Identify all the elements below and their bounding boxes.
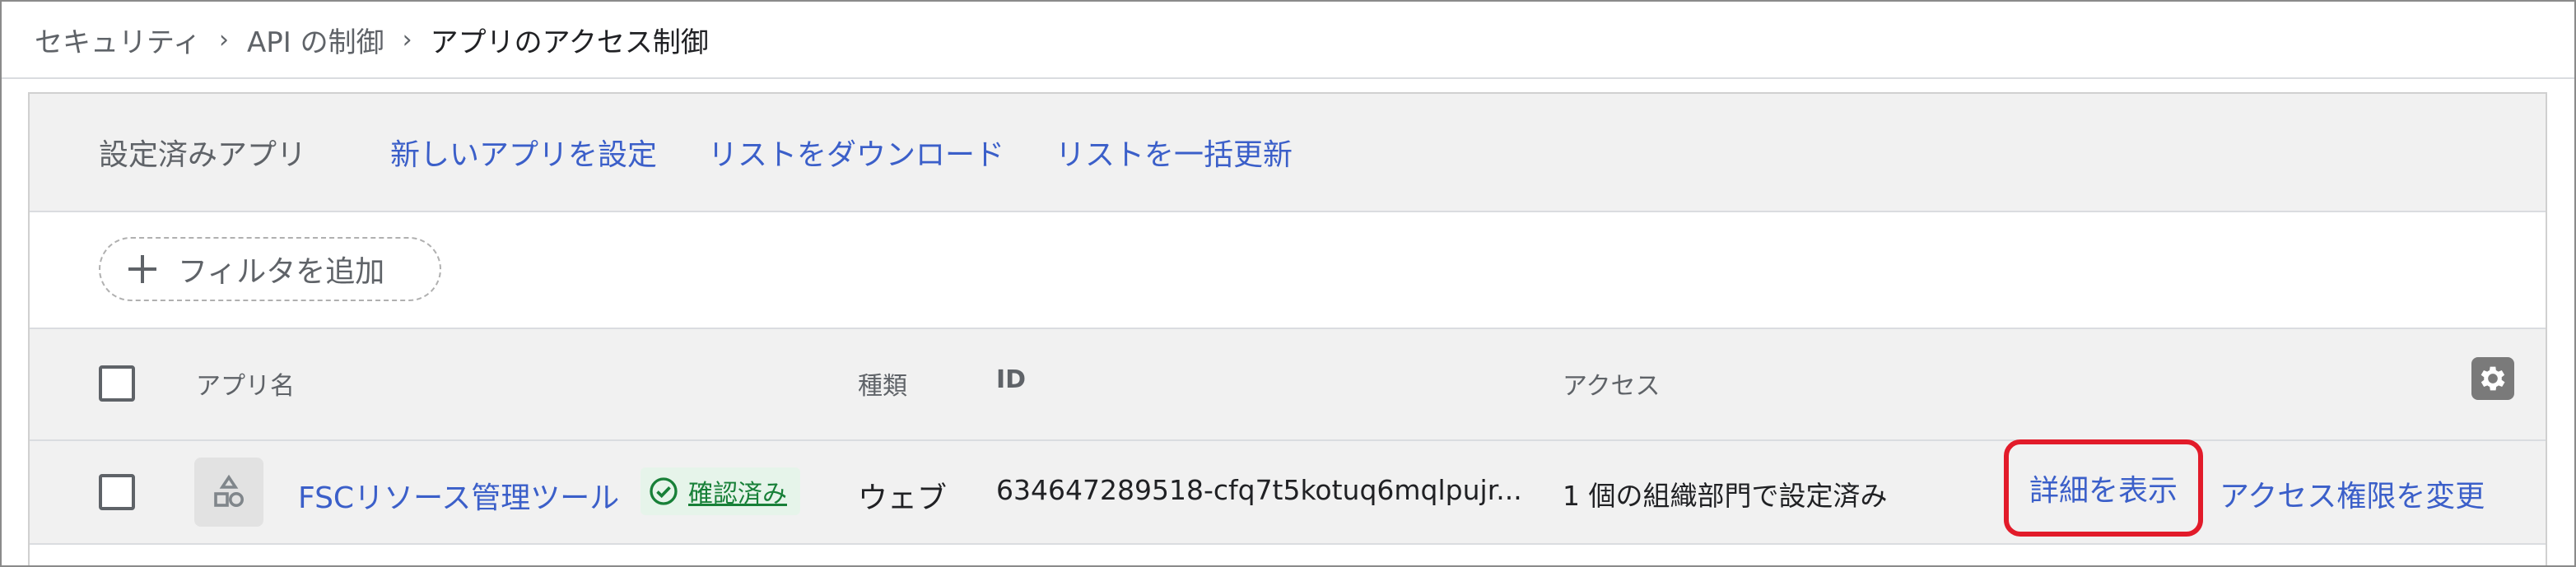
column-header-app-name[interactable]: アプリ名 <box>196 365 295 402</box>
cell-access: 1 個の組織部門で設定済み <box>1563 480 1888 512</box>
gear-icon[interactable] <box>2471 357 2514 400</box>
table-footer-strip <box>30 545 2546 565</box>
plus-icon <box>123 250 161 288</box>
card-toolbar: 設定済みアプリ 新しいアプリを設定 リストをダウンロード リストを一括更新 <box>30 94 2546 212</box>
column-header-access[interactable]: アクセス <box>1563 365 1661 402</box>
bulk-update-list-link[interactable]: リストを一括更新 <box>1055 131 1293 174</box>
breadcrumb-app-access-control: アプリのアクセス制御 <box>430 26 709 59</box>
download-list-link[interactable]: リストをダウンロード <box>708 131 1004 174</box>
cell-client-id: 634647289518-cfq7t5kotuq6mqlpujr... <box>996 474 1522 506</box>
verified-status-link[interactable]: 確認済み <box>688 473 787 509</box>
breadcrumb: セキュリティ › API の制御 › アプリのアクセス制御 <box>35 16 709 63</box>
app-shapes-icon <box>194 458 263 527</box>
chevron-right-icon: › <box>402 25 412 54</box>
gear-icon-svg <box>2481 366 2505 391</box>
table-header: アプリ名 種類 ID アクセス <box>30 329 2546 441</box>
cell-type: ウェブ <box>858 481 948 515</box>
configured-apps-card: 設定済みアプリ 新しいアプリを設定 リストをダウンロード リストを一括更新 フィ… <box>28 92 2547 565</box>
section-title: 設定済みアプリ <box>99 138 307 172</box>
row-checkbox[interactable] <box>99 474 135 510</box>
verified-badge: 確認済み <box>641 467 800 515</box>
app-access-control-page: セキュリティ › API の制御 › アプリのアクセス制御 設定済みアプリ 新し… <box>0 0 2576 567</box>
configure-new-app-link[interactable]: 新しいアプリを設定 <box>390 131 657 174</box>
add-filter-label: フィルタを追加 <box>178 255 385 289</box>
check-circle-icon <box>650 477 678 505</box>
select-all-checkbox[interactable] <box>99 365 135 402</box>
table-row: FSCリソース管理ツール 確認済み ウェブ 634647289518-cfq7t… <box>30 439 2546 545</box>
breadcrumb-api-controls[interactable]: API の制御 <box>247 20 384 60</box>
app-name-link[interactable]: FSCリソース管理ツール <box>298 474 619 517</box>
breadcrumb-security[interactable]: セキュリティ <box>35 20 201 60</box>
column-header-id[interactable]: ID <box>996 365 1026 394</box>
filter-bar: フィルタを追加 <box>30 212 2546 329</box>
view-details-button[interactable]: 詳細を表示 <box>2004 439 2203 537</box>
change-access-button[interactable]: アクセス権限を変更 <box>2220 472 2485 515</box>
header-divider <box>2 77 2574 79</box>
chevron-right-icon: › <box>218 25 229 54</box>
shapes-icon-svg <box>214 474 244 507</box>
add-filter-button[interactable]: フィルタを追加 <box>99 237 441 301</box>
column-header-type[interactable]: 種類 <box>858 365 907 402</box>
